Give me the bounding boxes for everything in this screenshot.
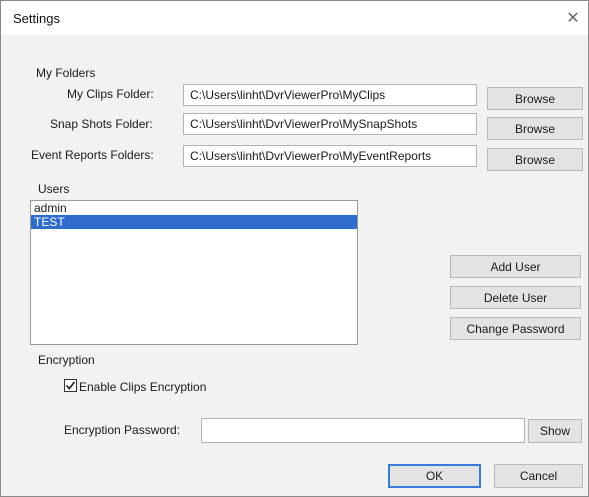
checkmark-icon	[65, 381, 76, 390]
ok-button[interactable]: OK	[388, 464, 481, 488]
cancel-button[interactable]: Cancel	[494, 464, 583, 488]
user-list-item-test[interactable]: TEST	[31, 215, 357, 229]
event-reports-folder-field[interactable]: C:\Users\linht\DvrViewerPro\MyEventRepor…	[183, 145, 477, 167]
users-listbox[interactable]: admin TEST	[30, 200, 358, 345]
user-list-item-admin[interactable]: admin	[31, 201, 357, 215]
add-user-button[interactable]: Add User	[450, 255, 581, 278]
settings-dialog: Settings ✕ My Folders My Clips Folder: C…	[0, 0, 589, 497]
show-password-button[interactable]: Show	[528, 419, 582, 443]
my-folders-group-label: My Folders	[36, 66, 96, 80]
encryption-password-label: Encryption Password:	[64, 423, 181, 437]
clips-folder-label: My Clips Folder:	[67, 87, 154, 101]
encryption-password-input[interactable]	[201, 418, 525, 443]
enable-encryption-checkbox[interactable]	[64, 379, 77, 392]
enable-encryption-label: Enable Clips Encryption	[79, 380, 207, 394]
encryption-group-label: Encryption	[38, 353, 95, 367]
browse-event-reports-button[interactable]: Browse	[487, 148, 583, 171]
browse-snapshots-button[interactable]: Browse	[487, 117, 583, 140]
users-group-label: Users	[38, 182, 70, 196]
close-icon[interactable]: ✕	[562, 7, 584, 29]
snapshots-folder-label: Snap Shots Folder:	[50, 117, 153, 131]
dialog-title: Settings	[13, 11, 60, 26]
clips-folder-field[interactable]: C:\Users\linht\DvrViewerPro\MyClips	[183, 84, 477, 106]
snapshots-folder-field[interactable]: C:\Users\linht\DvrViewerPro\MySnapShots	[183, 113, 477, 135]
delete-user-button[interactable]: Delete User	[450, 286, 581, 309]
change-password-button[interactable]: Change Password	[450, 317, 581, 340]
title-bar: Settings ✕	[1, 1, 588, 35]
event-reports-folder-label: Event Reports Folders:	[31, 148, 154, 162]
browse-clips-button[interactable]: Browse	[487, 87, 583, 110]
